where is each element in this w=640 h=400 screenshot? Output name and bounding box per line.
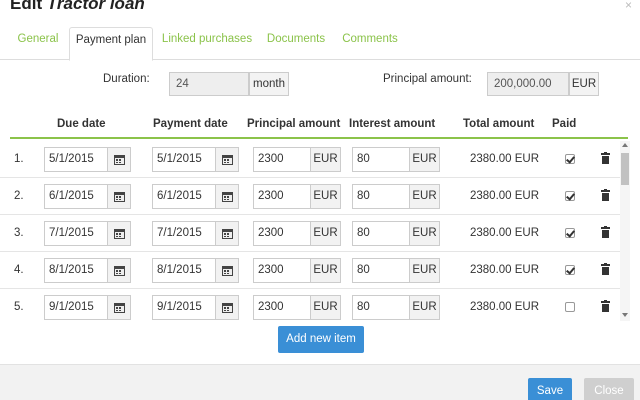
calendar-icon[interactable] [107, 147, 131, 172]
row-number: 3. [14, 227, 24, 239]
calendar-icon[interactable] [215, 184, 239, 209]
principal-currency-addon: EUR [310, 147, 341, 172]
principal-input[interactable]: 2300 [253, 295, 311, 320]
table-row: 1. 5/1/2015 5/1/2015 2300 EUR 80 EUR 238… [0, 141, 620, 178]
principal-amount-field: 200,000.00 [487, 72, 569, 96]
close-button[interactable]: Close [584, 378, 634, 400]
paid-checkbox[interactable] [565, 302, 575, 312]
interest-input[interactable]: 80 [352, 184, 410, 209]
tab-linked-purchases[interactable]: Linked purchases [160, 27, 254, 60]
due-date-input[interactable]: 9/1/2015 [44, 295, 108, 320]
dialog-title: Edit Tractor loan [10, 0, 145, 14]
interest-currency-addon: EUR [409, 258, 440, 283]
payment-date-input[interactable]: 8/1/2015 [152, 258, 216, 283]
interest-currency-addon: EUR [409, 147, 440, 172]
principal-input[interactable]: 2300 [253, 147, 311, 172]
paid-checkbox[interactable] [565, 228, 575, 238]
table-row: 4. 8/1/2015 8/1/2015 2300 EUR 80 EUR 238… [0, 252, 620, 289]
total-amount: 2380.00 EUR [470, 264, 540, 276]
calendar-icon[interactable] [215, 147, 239, 172]
principal-currency-addon: EUR [310, 295, 341, 320]
interest-input[interactable]: 80 [352, 221, 410, 246]
row-number: 5. [14, 301, 24, 313]
save-button[interactable]: Save [528, 378, 572, 400]
calendar-icon[interactable] [215, 295, 239, 320]
row-number: 4. [14, 264, 24, 276]
paid-checkbox[interactable] [565, 154, 575, 164]
tab-payment-plan[interactable]: Payment plan [69, 27, 153, 61]
header-payment-date: Payment date [153, 118, 228, 130]
tab-general[interactable]: General [10, 27, 66, 60]
interest-input[interactable]: 80 [352, 258, 410, 283]
trash-icon[interactable] [601, 152, 610, 164]
due-date-input[interactable]: 7/1/2015 [44, 221, 108, 246]
payment-date-input[interactable]: 7/1/2015 [152, 221, 216, 246]
dialog-footer: Save Close [0, 364, 640, 400]
tab-bar: General Payment plan Linked purchases Do… [0, 27, 640, 61]
add-new-item-button[interactable]: Add new item [278, 326, 364, 353]
principal-amount-label: Principal amount: [383, 73, 472, 85]
interest-input[interactable]: 80 [352, 295, 410, 320]
due-date-input[interactable]: 8/1/2015 [44, 258, 108, 283]
interest-currency-addon: EUR [409, 295, 440, 320]
total-amount: 2380.00 EUR [470, 190, 540, 202]
calendar-icon[interactable] [107, 184, 131, 209]
table-scrollbar[interactable] [620, 141, 630, 321]
principal-input[interactable]: 2300 [253, 258, 311, 283]
calendar-icon[interactable] [107, 258, 131, 283]
trash-icon[interactable] [601, 189, 610, 201]
paid-checkbox[interactable] [565, 265, 575, 275]
interest-currency-addon: EUR [409, 221, 440, 246]
tab-documents[interactable]: Documents [262, 27, 330, 60]
table-row: 2. 6/1/2015 6/1/2015 2300 EUR 80 EUR 238… [0, 178, 620, 215]
scroll-thumb[interactable] [621, 153, 629, 185]
calendar-icon[interactable] [107, 295, 131, 320]
scroll-down-arrow-icon[interactable] [622, 313, 628, 317]
header-divider [10, 137, 628, 139]
principal-input[interactable]: 2300 [253, 221, 311, 246]
trash-icon[interactable] [601, 300, 610, 312]
trash-icon[interactable] [601, 263, 610, 275]
scroll-up-arrow-icon[interactable] [622, 143, 628, 147]
total-amount: 2380.00 EUR [470, 153, 540, 165]
total-amount: 2380.00 EUR [470, 227, 540, 239]
duration-label: Duration: [103, 73, 150, 85]
table-row: 3. 7/1/2015 7/1/2015 2300 EUR 80 EUR 238… [0, 215, 620, 252]
payment-date-input[interactable]: 5/1/2015 [152, 147, 216, 172]
principal-currency: EUR [569, 72, 599, 96]
principal-input[interactable]: 2300 [253, 184, 311, 209]
duration-unit: month [249, 72, 289, 96]
interest-currency-addon: EUR [409, 184, 440, 209]
header-paid: Paid [552, 118, 577, 130]
header-interest-amount: Interest amount [349, 118, 436, 130]
principal-currency-addon: EUR [310, 258, 341, 283]
payment-date-input[interactable]: 9/1/2015 [152, 295, 216, 320]
payment-plan-table: 1. 5/1/2015 5/1/2015 2300 EUR 80 EUR 238… [0, 141, 630, 321]
paid-checkbox[interactable] [565, 191, 575, 201]
duration-field: 24 [169, 72, 249, 96]
payment-date-input[interactable]: 6/1/2015 [152, 184, 216, 209]
calendar-icon[interactable] [215, 258, 239, 283]
row-number: 1. [14, 153, 24, 165]
row-number: 2. [14, 190, 24, 202]
table-row: 5. 9/1/2015 9/1/2015 2300 EUR 80 EUR 238… [0, 289, 620, 321]
dialog-title-prefix: Edit [10, 0, 47, 13]
calendar-icon[interactable] [215, 221, 239, 246]
due-date-input[interactable]: 6/1/2015 [44, 184, 108, 209]
due-date-input[interactable]: 5/1/2015 [44, 147, 108, 172]
trash-icon[interactable] [601, 226, 610, 238]
interest-input[interactable]: 80 [352, 147, 410, 172]
header-total-amount: Total amount [463, 118, 535, 130]
dialog-title-name: Tractor loan [46, 0, 145, 13]
header-due-date: Due date [57, 118, 106, 130]
principal-currency-addon: EUR [310, 221, 341, 246]
close-icon[interactable]: × [625, 0, 632, 12]
calendar-icon[interactable] [107, 221, 131, 246]
header-principal-amount: Principal amount [247, 118, 341, 130]
principal-currency-addon: EUR [310, 184, 341, 209]
total-amount: 2380.00 EUR [470, 301, 540, 313]
tab-comments[interactable]: Comments [338, 27, 402, 60]
